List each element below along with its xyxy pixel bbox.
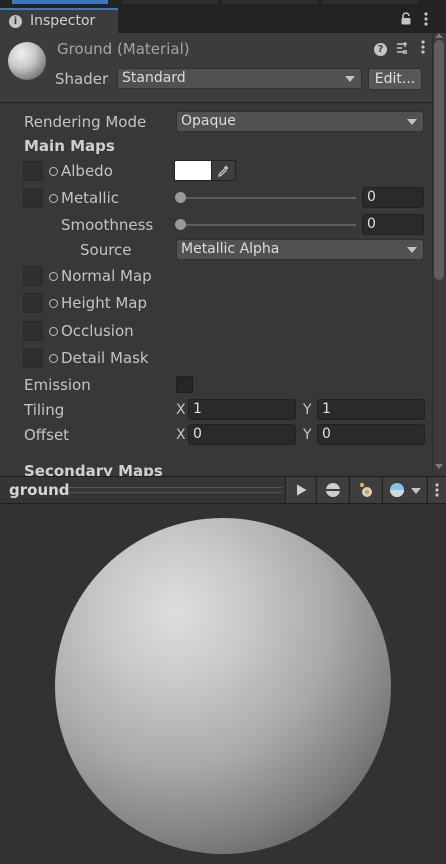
rendering-mode-value: Opaque [181, 113, 236, 129]
height-map-label: Height Map [61, 294, 148, 312]
chevron-down-icon [345, 76, 355, 82]
eyedropper-button[interactable] [212, 160, 236, 181]
lock-icon[interactable] [400, 12, 412, 29]
emission-label: Emission [24, 376, 91, 394]
occlusion-texture-slot[interactable] [23, 321, 43, 341]
edit-shader-button[interactable]: Edit... [368, 68, 422, 90]
source-label: Source [80, 241, 132, 259]
info-icon: i [9, 15, 22, 28]
metallic-label: Metallic [61, 189, 119, 207]
albedo-texture-slot[interactable] [23, 161, 43, 181]
shader-dropdown[interactable]: Standard [117, 68, 362, 89]
preview-title: ground [9, 481, 70, 499]
play-button[interactable] [285, 477, 315, 503]
scroll-up-arrow-icon[interactable] [435, 33, 443, 38]
eyedropper-icon [218, 165, 229, 177]
rendering-mode-dropdown[interactable]: Opaque [176, 111, 424, 132]
tab-inspector[interactable]: i Inspector [0, 8, 118, 33]
metallic-slider-track[interactable] [180, 197, 356, 199]
texture-picker-icon[interactable] [49, 327, 58, 336]
kebab-menu-icon [435, 483, 439, 497]
preview-options-button[interactable] [427, 477, 446, 503]
smoothness-slider-handle[interactable] [175, 219, 186, 230]
background-tab-2[interactable] [222, 0, 318, 4]
main-maps-heading: Main Maps [24, 137, 115, 155]
source-dropdown[interactable]: Metallic Alpha [176, 239, 424, 260]
texture-picker-icon[interactable] [49, 272, 58, 281]
preview-light-button[interactable] [349, 477, 381, 503]
material-thumbnail [8, 42, 46, 80]
chevron-down-icon [407, 247, 417, 253]
texture-picker-icon[interactable] [49, 354, 58, 363]
emission-checkbox[interactable] [176, 376, 193, 393]
help-icon[interactable]: ? [374, 43, 387, 56]
preview-resize-handle[interactable] [68, 487, 282, 493]
detail-mask-texture-slot[interactable] [23, 348, 43, 368]
tiling-y-field[interactable]: 1 [317, 399, 425, 420]
smoothness-value-field[interactable]: 0 [362, 214, 424, 235]
smoothness-label: Smoothness [61, 216, 154, 234]
texture-picker-icon[interactable] [49, 299, 58, 308]
chevron-down-icon [407, 119, 417, 125]
albedo-label: Albedo [61, 162, 113, 180]
material-preview-sphere [55, 518, 391, 854]
preset-icon[interactable] [395, 41, 409, 59]
shader-value: Standard [122, 70, 186, 86]
kebab-menu-icon[interactable] [421, 40, 425, 58]
material-title: Ground (Material) [57, 40, 190, 58]
offset-x-axis-label: X [176, 427, 186, 443]
light-icon [359, 482, 372, 497]
background-tab-3[interactable] [322, 0, 418, 4]
texture-picker-icon[interactable] [49, 194, 58, 203]
metallic-value-field[interactable]: 0 [362, 187, 424, 208]
metallic-texture-slot[interactable] [23, 188, 43, 208]
occlusion-label: Occlusion [61, 322, 134, 340]
scrollbar-thumb[interactable] [434, 40, 444, 280]
height-map-texture-slot[interactable] [23, 293, 43, 313]
detail-mask-label: Detail Mask [61, 349, 149, 367]
metallic-slider-handle[interactable] [175, 192, 186, 203]
skybox-icon [390, 483, 404, 497]
secondary-maps-heading: Secondary Maps [24, 462, 163, 476]
tiling-x-field[interactable]: 1 [188, 399, 296, 420]
play-icon [297, 484, 307, 496]
texture-picker-icon[interactable] [49, 167, 58, 176]
source-value: Metallic Alpha [181, 241, 280, 257]
tab-label: Inspector [30, 13, 96, 29]
offset-y-field[interactable]: 0 [317, 424, 425, 445]
kebab-menu-icon[interactable] [424, 12, 428, 30]
sphere-mesh-icon [326, 483, 340, 497]
albedo-color-swatch[interactable] [174, 160, 212, 181]
secondary-maps-clip: Secondary Maps [0, 458, 432, 476]
scroll-down-arrow-icon[interactable] [435, 464, 443, 469]
tiling-y-axis-label: Y [303, 402, 312, 418]
shader-label: Shader [55, 70, 109, 88]
active-tab-indicator [12, 0, 108, 4]
background-tab-1[interactable] [122, 0, 218, 4]
preview-mesh-button[interactable] [316, 477, 348, 503]
rendering-mode-label: Rendering Mode [24, 113, 147, 131]
offset-y-axis-label: Y [303, 427, 312, 443]
offset-label: Offset [24, 426, 70, 444]
preview-skybox-button[interactable] [382, 477, 426, 503]
normal-map-label: Normal Map [61, 267, 152, 285]
normal-map-texture-slot[interactable] [23, 266, 43, 286]
chevron-down-icon [411, 488, 421, 494]
smoothness-slider-track[interactable] [180, 224, 356, 226]
tiling-x-axis-label: X [176, 402, 186, 418]
offset-x-field[interactable]: 0 [188, 424, 296, 445]
tiling-label: Tiling [24, 401, 65, 419]
